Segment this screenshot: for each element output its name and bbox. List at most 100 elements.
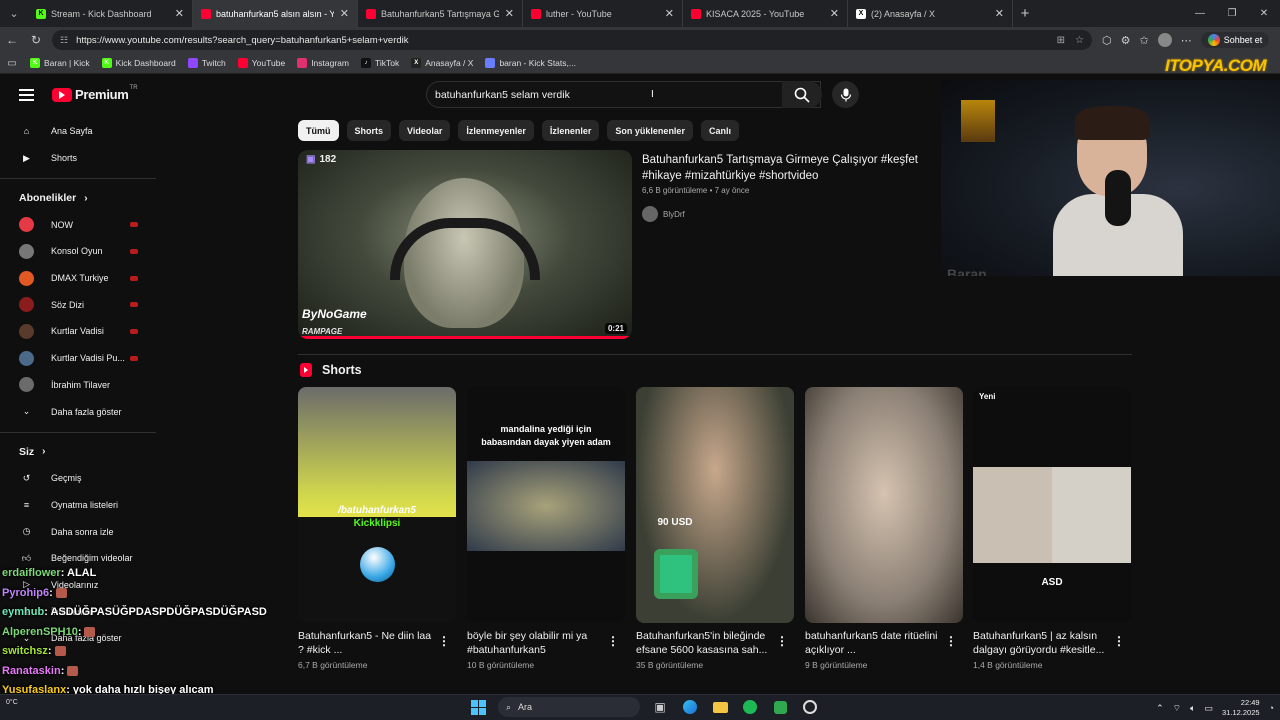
- favorites-icon[interactable]: ✩: [1139, 34, 1148, 47]
- back-button[interactable]: ←: [0, 33, 24, 47]
- filter-chip[interactable]: Shorts: [346, 120, 392, 141]
- browser-tab[interactable]: batuhanfurkan5 alsın alsın - YouTube ✕: [193, 0, 358, 27]
- tab-search-button[interactable]: ⌄: [0, 0, 28, 27]
- spotify-icon[interactable]: [740, 697, 760, 717]
- bookmark-star-icon[interactable]: ☆: [1075, 35, 1084, 46]
- close-window-button[interactable]: ✕: [1248, 0, 1280, 27]
- site-info-icon[interactable]: ☷: [60, 35, 68, 46]
- more-actions-icon[interactable]: ⋮: [607, 634, 619, 648]
- tray-overflow-icon[interactable]: ⌃: [1156, 703, 1164, 714]
- tab-close-icon[interactable]: ✕: [505, 7, 514, 20]
- network-icon[interactable]: ⌔: [1173, 703, 1181, 714]
- video-thumbnail[interactable]: ▣ 182 ByNoGame RAMPAGE 0:21: [298, 150, 632, 339]
- weather-widget[interactable]: 0°C: [6, 699, 18, 706]
- bookmark-item[interactable]: Instagram: [297, 58, 349, 68]
- subscription-item[interactable]: Kurtlar Vadisi: [0, 318, 156, 345]
- more-actions-icon[interactable]: ⋮: [776, 634, 788, 648]
- guide-menu-icon[interactable]: [19, 89, 34, 101]
- subscriptions-header[interactable]: Abonelikler ›: [0, 185, 156, 211]
- subscription-item[interactable]: İbrahim Tilaver: [0, 372, 156, 399]
- youtube-logo[interactable]: Premium TR: [52, 85, 138, 102]
- you-header[interactable]: Siz ›: [0, 439, 156, 465]
- new-tab-button[interactable]: +: [1013, 5, 1037, 22]
- browser-tab[interactable]: K Stream - Kick Dashboard ✕: [28, 0, 193, 27]
- sidebar-item[interactable]: ≡ Oynatma listeleri: [0, 492, 156, 519]
- short-title[interactable]: böyle bir şey olabilir mi ya #batuhanfur…: [467, 629, 607, 657]
- search-input[interactable]: batuhanfurkan5 selam verdik ✕: [426, 81, 821, 108]
- short-card[interactable]: Yeni ASD Batuhanfurkan5 | az kalsın dalgay…: [973, 387, 1131, 670]
- voice-search-button[interactable]: [832, 81, 859, 108]
- extensions-icon[interactable]: ⬡: [1102, 34, 1112, 47]
- bookmark-item[interactable]: Twitch: [187, 58, 226, 68]
- short-thumbnail[interactable]: /batuhanfurkan5 Kickklipsi: [298, 387, 456, 623]
- subscription-item[interactable]: Söz Dizi: [0, 291, 156, 318]
- notification-icon[interactable]: ◔: [1269, 703, 1274, 713]
- sidebar-item[interactable]: ⌂ Ana Sayfa: [0, 118, 156, 145]
- short-card[interactable]: 90 USD Batuhanfurkan5'in bileğinde efsane…: [636, 387, 794, 670]
- short-thumbnail[interactable]: [805, 387, 963, 623]
- subscription-item[interactable]: Kurtlar Vadisi Pu...: [0, 345, 156, 372]
- task-view-icon[interactable]: ▣: [650, 697, 670, 717]
- sidebar-toggle-icon[interactable]: ▭: [0, 58, 24, 69]
- volume-icon[interactable]: 🔈︎: [1190, 703, 1195, 714]
- minimize-button[interactable]: —: [1184, 0, 1216, 27]
- bookmark-item[interactable]: ♪ TikTok: [360, 58, 399, 68]
- battery-icon[interactable]: ▭: [1205, 703, 1214, 714]
- subscription-item[interactable]: Konsol Oyun: [0, 238, 156, 265]
- install-app-icon[interactable]: ⊞: [1057, 35, 1065, 46]
- browser-tab[interactable]: X (2) Anasayfa / X ✕: [848, 0, 1013, 27]
- subscription-item[interactable]: DMAX Turkiye: [0, 265, 156, 292]
- taskbar-clock[interactable]: 22:49 31.12.2025: [1222, 698, 1260, 718]
- bookmark-item[interactable]: K Baran | Kick: [30, 58, 90, 68]
- browser-tab[interactable]: Batuhanfurkan5 Tartışmaya Girmeye ✕: [358, 0, 523, 27]
- tab-close-icon[interactable]: ✕: [830, 7, 839, 20]
- bookmark-item[interactable]: YouTube: [237, 58, 285, 68]
- tab-close-icon[interactable]: ✕: [995, 7, 1004, 20]
- short-card[interactable]: mandalina yediği için babasından dayak y…: [467, 387, 625, 670]
- bookmark-item[interactable]: baran - Kick Stats,...: [485, 58, 576, 68]
- search-button[interactable]: [782, 81, 822, 108]
- chat-button[interactable]: Sohbet et: [1200, 32, 1270, 48]
- restore-button[interactable]: ❐: [1216, 0, 1248, 27]
- video-title-link[interactable]: Batuhanfurkan5 Tartışmaya Girmeye Çalışı…: [642, 152, 942, 184]
- short-card[interactable]: /batuhanfurkan5 Kickklipsi Batuhanfurkan5 …: [298, 387, 456, 670]
- tab-close-icon[interactable]: ✕: [175, 7, 184, 20]
- video-channel[interactable]: BlyDrf: [642, 206, 685, 222]
- bookmark-item[interactable]: K Kick Dashboard: [101, 58, 176, 68]
- filter-chip[interactable]: Tümü: [298, 120, 339, 141]
- short-thumbnail[interactable]: 90 USD: [636, 387, 794, 623]
- obs-icon[interactable]: [800, 697, 820, 717]
- filter-chip[interactable]: İzlenenler: [541, 120, 600, 141]
- reload-button[interactable]: ↻: [24, 33, 48, 47]
- short-card[interactable]: batuhanfurkan5 date ritüelini açıklıyor …: [805, 387, 963, 670]
- filter-chip[interactable]: İzlenmeyenler: [458, 120, 534, 141]
- subscription-item[interactable]: NOW: [0, 211, 156, 238]
- url-field[interactable]: ☷ https://www.youtube.com/results?search…: [52, 30, 1092, 50]
- more-actions-icon[interactable]: ⋮: [1113, 634, 1125, 648]
- sidebar-item[interactable]: ◷ Daha sonra izle: [0, 518, 156, 545]
- edge-icon[interactable]: [680, 697, 700, 717]
- filter-chip[interactable]: Canlı: [700, 120, 739, 141]
- tab-close-icon[interactable]: ✕: [665, 7, 674, 20]
- sidebar-item[interactable]: ▶ Shorts: [0, 145, 156, 172]
- browser-tab[interactable]: luther - YouTube ✕: [523, 0, 683, 27]
- short-title[interactable]: Batuhanfurkan5 | az kalsın dalgayı görüy…: [973, 629, 1113, 657]
- sidebar-item[interactable]: ↺ Geçmiş: [0, 465, 156, 492]
- settings-icon[interactable]: ⚙: [1121, 34, 1131, 47]
- tab-close-icon[interactable]: ✕: [340, 7, 349, 20]
- more-actions-icon[interactable]: ⋮: [438, 634, 450, 648]
- browser-tab[interactable]: KISACA 2025 - YouTube ✕: [683, 0, 848, 27]
- start-button[interactable]: [468, 697, 488, 717]
- more-actions-icon[interactable]: ⋮: [945, 634, 957, 648]
- filter-chip[interactable]: Videolar: [399, 120, 451, 141]
- app-icon[interactable]: [770, 697, 790, 717]
- menu-icon[interactable]: ⋯: [1181, 34, 1192, 47]
- bookmark-item[interactable]: X Anasayfa / X: [411, 58, 473, 68]
- filter-chip[interactable]: Son yüklenenler: [607, 120, 693, 141]
- short-title[interactable]: batuhanfurkan5 date ritüelini açıklıyor …: [805, 629, 945, 657]
- show-more-subscriptions[interactable]: ⌄ Daha fazla göster: [0, 398, 156, 425]
- short-thumbnail[interactable]: Yeni ASD: [973, 387, 1131, 623]
- taskbar-search[interactable]: ⌕ Ara: [498, 697, 640, 717]
- file-explorer-icon[interactable]: [710, 697, 730, 717]
- profile-avatar[interactable]: [1157, 33, 1172, 47]
